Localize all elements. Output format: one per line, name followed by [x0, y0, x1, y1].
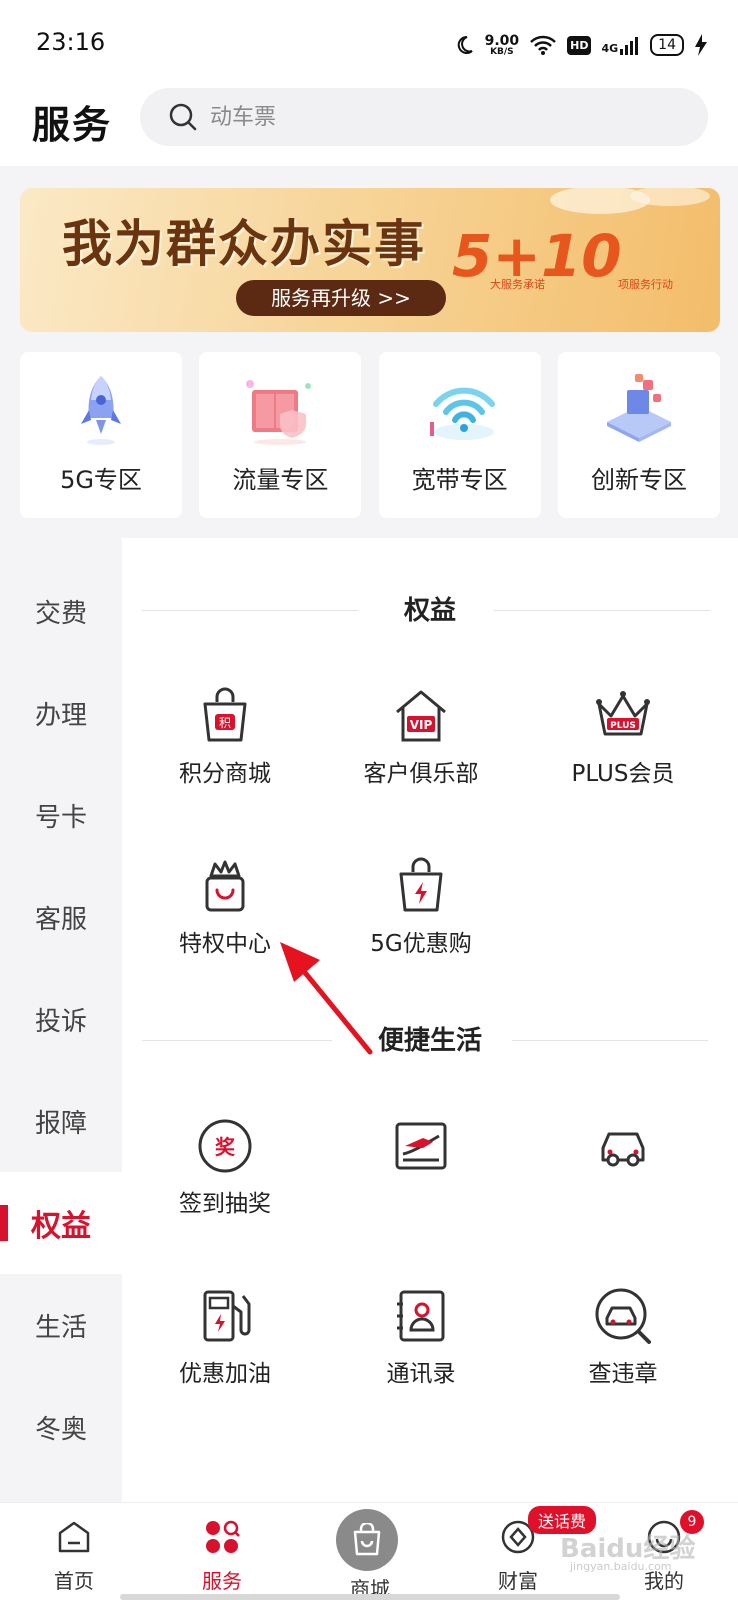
watermark-sub: jingyan.baidu.com: [570, 1560, 672, 1573]
car-search-icon: [595, 1288, 651, 1344]
services-panel: 权益 积 积分商城 VIP 客户俱乐部 PLUS PLUS会员 特权中心 5G优…: [122, 538, 738, 1502]
grid-item-points-mall[interactable]: 积 积分商城: [122, 686, 328, 788]
train-ticket-icon: [395, 1122, 447, 1170]
battery-indicator: 14: [650, 34, 684, 56]
zone-cards: 5G专区 流量专区 宽带专区 创新专区: [20, 352, 720, 518]
zone-label: 创新专区: [590, 466, 687, 494]
promo-banner[interactable]: 我为群众办实事 服务再升级 >> 5+10 大服务承诺 项服务行动: [20, 188, 720, 332]
signal-icon: [620, 37, 639, 55]
wifi-icon: [429, 387, 495, 440]
network-type: 4G: [601, 35, 640, 55]
banner-sub-left: 大服务承诺: [490, 278, 545, 291]
mall-circle: [336, 1509, 398, 1571]
sidebar-item-sim-card[interactable]: 号卡: [0, 764, 122, 866]
grid-item-fuel-discount[interactable]: 优惠加油: [122, 1286, 328, 1388]
nav-item-mall[interactable]: 商城: [296, 1503, 444, 1600]
nav-label: 首页: [54, 1569, 94, 1593]
search-input[interactable]: [210, 104, 610, 130]
grid-item-train-ticket[interactable]: [318, 1116, 524, 1184]
zone-card-data[interactable]: 流量专区: [199, 352, 362, 518]
grid-item-label: 查违章: [588, 1361, 658, 1387]
zone-label: 宽带专区: [411, 466, 508, 494]
status-icons: 9.00 KB/S HD 4G 14: [453, 30, 708, 60]
wifi-status-icon: [530, 35, 557, 55]
svg-text:PLUS: PLUS: [610, 721, 636, 731]
divider: [512, 1040, 708, 1041]
section-title-benefits: 权益: [122, 590, 738, 630]
grid-item-customer-club[interactable]: VIP 客户俱乐部: [318, 686, 524, 788]
svg-text:VIP: VIP: [410, 718, 433, 732]
nav-item-services[interactable]: 服务: [148, 1503, 296, 1600]
grid-item-traffic-violation[interactable]: 查违章: [520, 1286, 726, 1388]
zone-card-broadband[interactable]: 宽带专区: [378, 352, 541, 518]
data-box-icon: [246, 380, 312, 445]
grid-item-car[interactable]: [520, 1116, 726, 1184]
grid-item-checkin-lottery[interactable]: 奖 签到抽奖: [122, 1116, 328, 1218]
home-indicator[interactable]: [120, 1594, 620, 1600]
category-sidebar: 交费 办理 号卡 客服 投诉 报障 权益 生活 冬奥: [0, 538, 122, 1502]
search-bar[interactable]: [140, 88, 708, 146]
divider: [494, 610, 710, 611]
search-icon: [169, 103, 197, 131]
crown-bag-icon: [205, 860, 245, 912]
banner-upgrade-button[interactable]: 服务再升级 >>: [236, 280, 446, 316]
grid-item-plus-member[interactable]: PLUS PLUS会员: [520, 686, 726, 788]
section-title-life: 便捷生活: [122, 1020, 738, 1060]
sidebar-item-complaint[interactable]: 投诉: [0, 968, 122, 1070]
grid-item-label: PLUS会员: [571, 761, 675, 787]
sidebar-item-payment[interactable]: 交费: [0, 560, 122, 662]
hd-badge: HD: [567, 35, 592, 55]
svg-text:奖: 奖: [215, 1135, 236, 1159]
svg-text:积: 积: [219, 716, 231, 730]
grid-item-label: 签到抽奖: [179, 1191, 271, 1217]
rocket-icon: [81, 376, 121, 445]
page-title: 服务: [32, 103, 113, 147]
zone-label: 流量专区: [232, 466, 329, 494]
points-bag-icon: 积: [203, 687, 247, 742]
zone-card-5g[interactable]: 5G专区: [20, 352, 182, 518]
annotation-arrow: [280, 942, 373, 1055]
header: 服务: [0, 80, 738, 166]
grid-item-contacts[interactable]: 通讯录: [318, 1286, 524, 1388]
zone-label: 5G专区: [60, 466, 142, 494]
charging-icon: [695, 34, 707, 56]
contacts-icon: [397, 1290, 445, 1342]
vip-house-icon: VIP: [396, 690, 446, 742]
sidebar-item-fault-report[interactable]: 报障: [0, 1070, 122, 1172]
divider: [142, 610, 358, 611]
grid-item-label: 通讯录: [386, 1361, 456, 1387]
shopping-bag-icon: [353, 1523, 381, 1556]
grid-item-label: 积分商城: [179, 761, 271, 787]
banner-sub-right: 项服务行动: [618, 278, 673, 291]
car-icon: [601, 1132, 645, 1167]
sidebar-item-winter-olympics[interactable]: 冬奥: [0, 1376, 122, 1478]
sidebar-item-customer-service[interactable]: 客服: [0, 866, 122, 968]
fuel-pump-icon: [203, 1290, 251, 1342]
services-icon: [206, 1520, 240, 1553]
banner-title: 我为群众办实事: [62, 215, 426, 273]
lottery-icon: 奖: [198, 1119, 252, 1173]
status-bar: 23:16 9.00 KB/S HD 4G 14: [0, 0, 738, 80]
nav-item-home[interactable]: 首页: [0, 1503, 148, 1600]
innovation-icon: [606, 374, 671, 442]
nav-label: 服务: [202, 1569, 242, 1593]
moon-icon: [457, 35, 473, 54]
sidebar-item-life[interactable]: 生活: [0, 1274, 122, 1376]
grid-item-label: 客户俱乐部: [363, 761, 479, 787]
zone-card-innovation[interactable]: 创新专区: [557, 352, 720, 518]
sidebar-item-handle[interactable]: 办理: [0, 662, 122, 764]
bolt-bag-icon: [399, 857, 443, 912]
home-icon: [58, 1521, 90, 1553]
sidebar-item-benefits[interactable]: 权益: [0, 1172, 122, 1274]
plus-crown-icon: PLUS: [596, 691, 650, 736]
status-time: 23:16: [36, 28, 106, 56]
grid-item-label: 优惠加油: [179, 1361, 271, 1387]
network-speed: 9.00 KB/S: [484, 32, 520, 57]
